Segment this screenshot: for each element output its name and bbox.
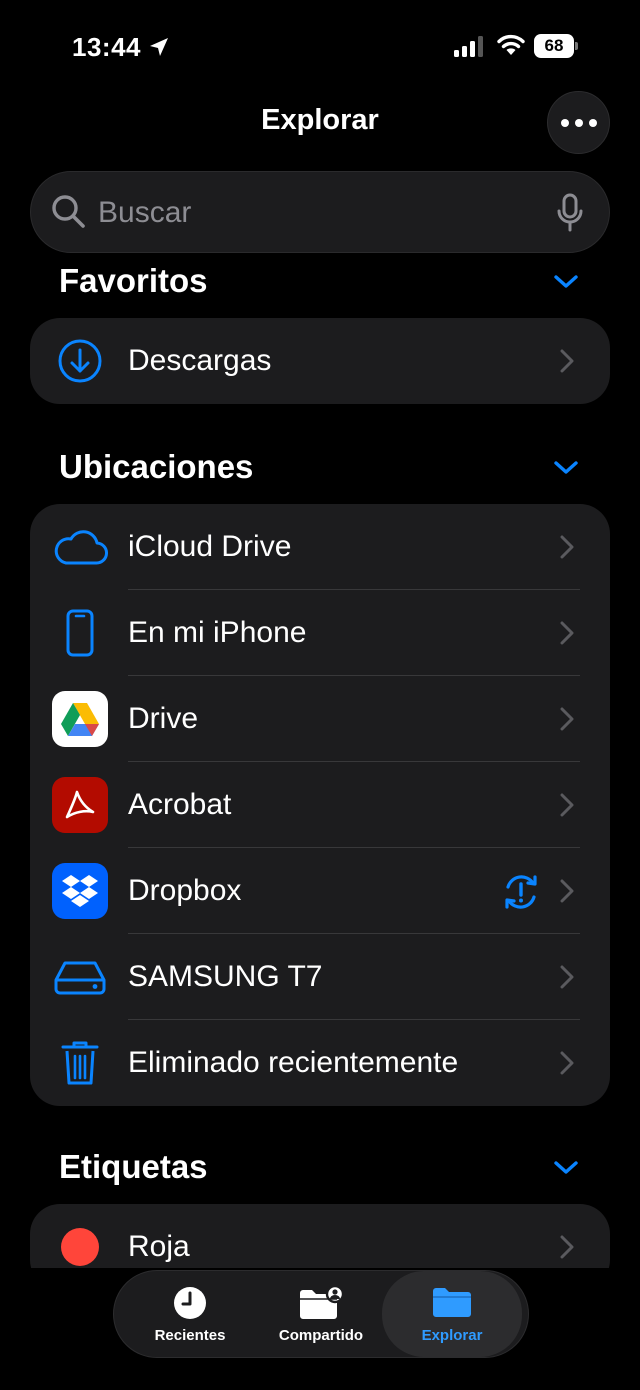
status-time: 13:44 — [72, 32, 141, 62]
more-options-button[interactable] — [547, 91, 610, 154]
section-title-favorites: Favoritos — [59, 262, 208, 299]
wifi-icon — [497, 34, 525, 55]
favorites-item-descargas[interactable]: Descargas — [30, 318, 610, 404]
favorites-card: Descargas — [30, 318, 610, 404]
download-icon — [52, 333, 108, 389]
chevron-right-icon — [560, 621, 574, 645]
trash-icon — [52, 1035, 108, 1091]
tag-item-label: Roja — [128, 1230, 190, 1263]
shared-folder-icon — [300, 1285, 344, 1319]
tab-bar: Recientes Compartido Explorar — [113, 1270, 529, 1358]
collapse-locations-chevron-icon[interactable] — [553, 460, 579, 476]
iphone-icon — [52, 605, 108, 661]
location-item-label: Eliminado recientemente — [128, 1046, 459, 1079]
location-item-on-my-iphone[interactable]: En mi iPhone — [30, 590, 610, 676]
search-placeholder: Buscar — [98, 196, 192, 229]
cellular-signal-icon — [454, 36, 483, 57]
location-item-icloud-drive[interactable]: iCloud Drive — [30, 504, 610, 590]
location-item-dropbox[interactable]: Dropbox — [30, 848, 610, 934]
tags-card: Roja — [30, 1204, 610, 1268]
tab-label: Explorar — [421, 1327, 483, 1344]
tab-explorar[interactable]: Explorar — [382, 1271, 522, 1357]
microphone-icon[interactable] — [556, 193, 584, 233]
clock-icon — [174, 1287, 206, 1319]
location-item-samsung-t7[interactable]: SAMSUNG T7 — [30, 934, 610, 1020]
chevron-right-icon — [560, 793, 574, 817]
location-item-label: iCloud Drive — [128, 530, 292, 563]
icloud-icon — [52, 519, 108, 575]
location-item-google-drive[interactable]: Drive — [30, 676, 610, 762]
collapse-favorites-chevron-icon[interactable] — [553, 274, 579, 290]
folder-icon — [433, 1288, 471, 1317]
battery-icon: 68 — [534, 34, 578, 58]
status-bar: 13:44 68 — [0, 0, 640, 90]
collapse-tags-chevron-icon[interactable] — [553, 1160, 579, 1176]
chevron-right-icon — [560, 535, 574, 559]
sync-warning-icon[interactable] — [500, 871, 542, 913]
location-item-label: Drive — [128, 702, 199, 735]
search-field[interactable]: Buscar — [30, 171, 610, 253]
google-drive-icon — [52, 691, 108, 747]
location-arrow-icon — [150, 38, 168, 56]
chevron-right-icon — [560, 1235, 574, 1259]
tab-compartido[interactable]: Compartido — [251, 1271, 391, 1357]
ellipsis-icon — [560, 118, 569, 127]
chevron-right-icon — [560, 965, 574, 989]
dropbox-icon — [52, 863, 108, 919]
location-item-label: Dropbox — [128, 874, 242, 907]
location-item-label: Acrobat — [128, 788, 232, 821]
tab-recientes[interactable]: Recientes — [120, 1271, 260, 1357]
browse-list[interactable]: Favoritos Descargas Ubicaciones iCloud D… — [0, 254, 640, 1268]
locations-card: iCloud Drive En mi iPhone Drive Acrobat … — [30, 504, 610, 1106]
tab-label: Recientes — [154, 1327, 226, 1344]
chevron-right-icon — [560, 707, 574, 731]
search-icon — [52, 195, 85, 228]
tag-color-dot — [61, 1228, 99, 1266]
acrobat-icon — [52, 777, 108, 833]
chevron-right-icon — [560, 349, 574, 373]
location-item-label: SAMSUNG T7 — [128, 960, 323, 993]
external-drive-icon — [52, 949, 108, 1005]
tag-item-roja[interactable]: Roja — [30, 1204, 610, 1268]
page-title: Explorar — [261, 104, 379, 136]
location-item-recently-deleted[interactable]: Eliminado recientemente — [30, 1020, 610, 1106]
battery-level: 68 — [534, 34, 574, 58]
section-title-locations: Ubicaciones — [59, 448, 254, 485]
location-item-label: En mi iPhone — [128, 616, 307, 649]
chevron-right-icon — [560, 879, 574, 903]
location-item-acrobat[interactable]: Acrobat — [30, 762, 610, 848]
chevron-right-icon — [560, 1051, 574, 1075]
section-title-tags: Etiquetas — [59, 1148, 208, 1185]
tab-label: Compartido — [278, 1327, 364, 1344]
favorites-item-label: Descargas — [128, 344, 272, 377]
